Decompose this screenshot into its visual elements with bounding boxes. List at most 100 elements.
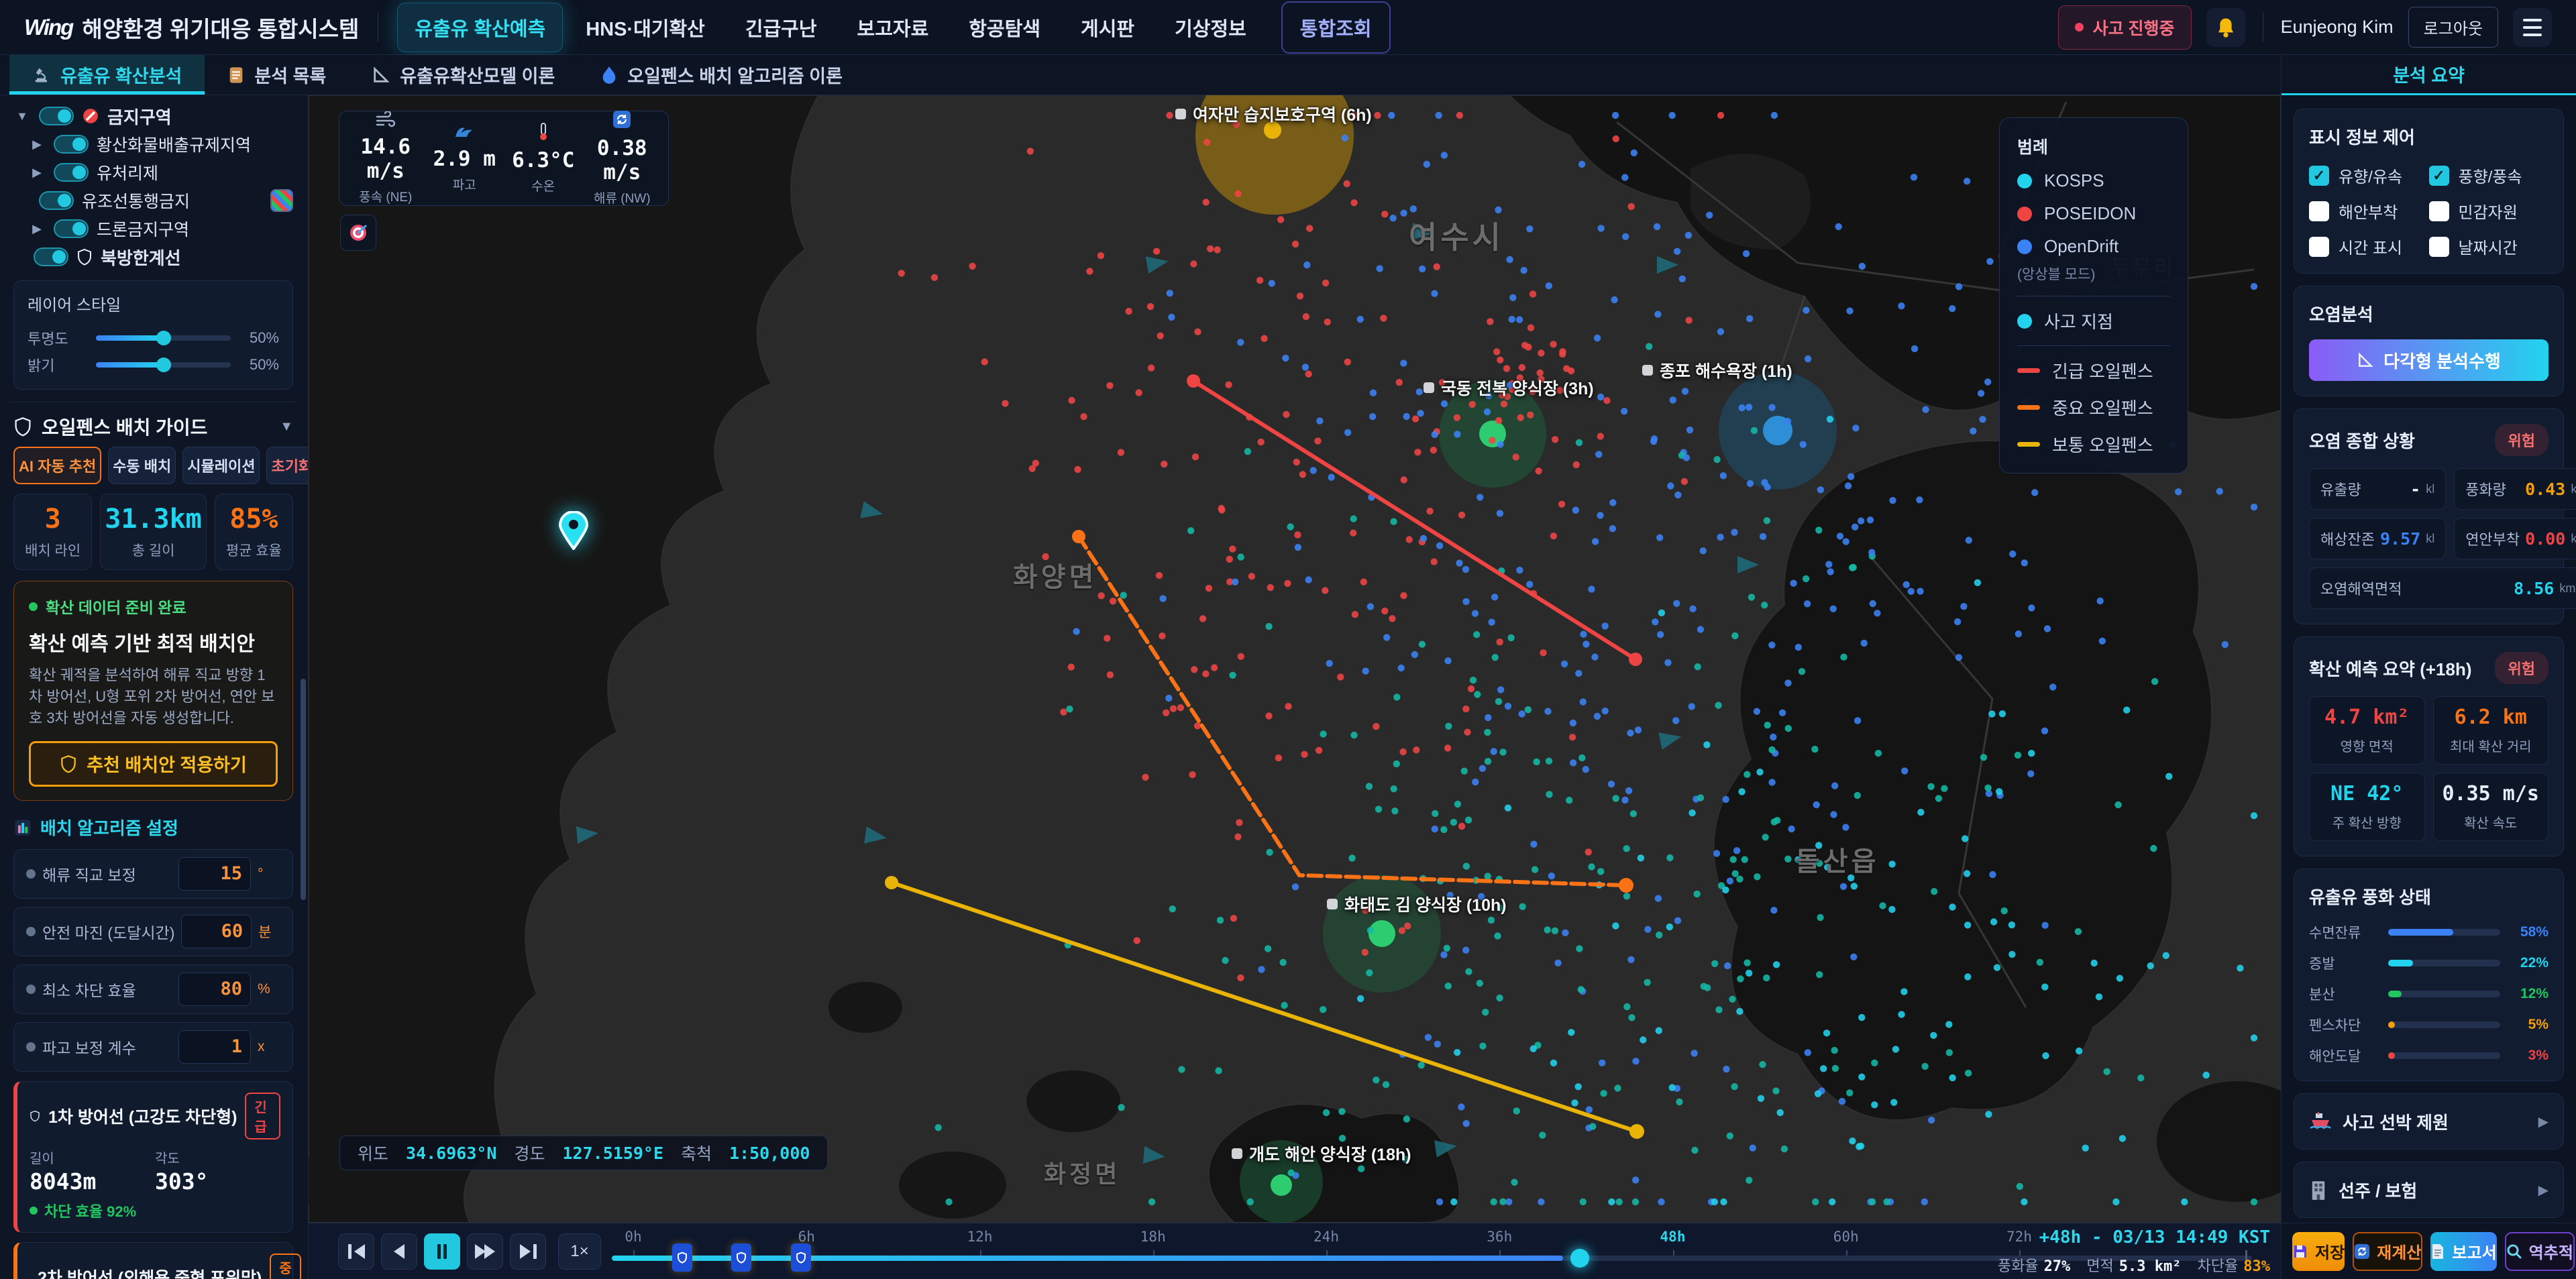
layer-row-dispersant[interactable]: ▶ 유처리제: [13, 158, 293, 186]
timeline-tick[interactable]: 60h: [1825, 1229, 1868, 1245]
tree-expand-icon[interactable]: ▼: [13, 109, 31, 123]
layer-toggle[interactable]: [54, 135, 89, 154]
display-checkbox[interactable]: ✓ 풍향/풍속: [2429, 164, 2549, 187]
setting-value-input[interactable]: 60: [181, 915, 252, 948]
layer-row-restricted-zone[interactable]: ▼ 금지구역: [13, 102, 293, 130]
expand-arrow-icon[interactable]: ▶: [2538, 1113, 2548, 1130]
timeline-tick[interactable]: 48h: [1652, 1229, 1695, 1245]
display-checkbox[interactable]: ✓ 시간 표시: [2309, 235, 2429, 258]
display-checkbox[interactable]: ✓ 해안부착: [2309, 199, 2429, 223]
boom-deploy-marker[interactable]: [672, 1243, 692, 1272]
setting-value-input[interactable]: 1: [178, 1030, 251, 1064]
slider-track[interactable]: [96, 362, 231, 368]
owner-insurance-section[interactable]: 선주 / 보험 ▶: [2294, 1162, 2564, 1218]
tree-expand-icon[interactable]: ▶: [28, 166, 46, 180]
skip-start-button[interactable]: [338, 1233, 374, 1270]
layer-style-swatch-icon[interactable]: [270, 189, 293, 212]
nav-item[interactable]: 긴급구난: [728, 3, 835, 52]
polygon-analysis-button[interactable]: 다각형 분석수행: [2309, 339, 2548, 381]
timeline-tick[interactable]: 36h: [1478, 1229, 1521, 1245]
boom-mode-button[interactable]: AI 자동 추천: [13, 447, 101, 484]
boom-deploy-marker[interactable]: [791, 1243, 811, 1272]
nav-item[interactable]: 기상정보: [1157, 3, 1264, 52]
timeline-tick[interactable]: 24h: [1305, 1229, 1348, 1245]
layer-toggle[interactable]: [34, 247, 68, 266]
setting-value-input[interactable]: 15: [178, 857, 251, 891]
sidebar-scrollbar[interactable]: [301, 679, 306, 900]
report-button[interactable]: 보고서: [2430, 1232, 2496, 1271]
apply-recommendation-button[interactable]: 추천 배치안 적용하기: [29, 741, 278, 787]
nav-item[interactable]: 통합조회: [1281, 1, 1391, 54]
pause-button[interactable]: [424, 1233, 460, 1270]
layer-toggle[interactable]: [54, 219, 89, 238]
display-checkbox[interactable]: ✓ 유향/유속: [2309, 164, 2429, 187]
slider-knob[interactable]: [156, 331, 171, 345]
layer-row-sox-zone[interactable]: ▶ 황산화물배출규제지역: [13, 130, 293, 158]
boom-mode-button[interactable]: 초기화: [266, 447, 309, 484]
speed-button[interactable]: 1×: [558, 1233, 601, 1270]
locate-incident-button[interactable]: [340, 215, 376, 251]
weathering-bar-track: [2388, 960, 2500, 966]
tab-diffusion-model-theory[interactable]: 유출유확산모델 이론: [349, 55, 578, 95]
display-checkbox[interactable]: ✓ 날짜시간: [2429, 235, 2549, 258]
panel-header[interactable]: 분석 요약: [2282, 55, 2576, 95]
layer-toggle[interactable]: [54, 163, 89, 182]
display-checkbox[interactable]: ✓ 민감자원: [2429, 199, 2549, 223]
layer-toggle[interactable]: [39, 107, 74, 125]
boom-mode-button[interactable]: 시뮬레이션: [182, 447, 260, 484]
status-row: 풍화량 0.43 kl: [2454, 468, 2576, 510]
boom-mode-button[interactable]: 수동 배치: [108, 447, 176, 484]
defense-line-card[interactable]: 2차 방어선 (외해용 중형 포위망) 중요 길이 각도 11180m 303°: [13, 1242, 293, 1279]
setting-dot-icon: [26, 927, 36, 936]
timeline-knob[interactable]: [1570, 1249, 1589, 1268]
timeline-tick[interactable]: 12h: [959, 1229, 1002, 1245]
nav-item[interactable]: 보고자료: [840, 3, 947, 52]
step-back-button[interactable]: [381, 1233, 417, 1270]
checkbox-icon[interactable]: ✓: [2429, 166, 2449, 186]
layer-row-drone-ban[interactable]: ▶ 드론금지구역: [13, 215, 293, 243]
nav-item[interactable]: HNS·대기확산: [568, 3, 722, 52]
vessel-spec-section[interactable]: 사고 선박 제원 ▶: [2294, 1093, 2564, 1150]
skip-end-button[interactable]: [510, 1233, 546, 1270]
notifications-button[interactable]: [2206, 8, 2245, 47]
layer-row-nll[interactable]: 북방한계선: [13, 243, 293, 271]
recalculate-button[interactable]: 재계산: [2353, 1232, 2422, 1271]
nav-item[interactable]: 항공탐색: [951, 3, 1058, 52]
tab-boom-algorithm-theory[interactable]: 오일펜스 배치 알고리즘 이론: [578, 55, 865, 95]
checkbox-icon[interactable]: ✓: [2429, 237, 2449, 257]
checkbox-icon[interactable]: ✓: [2309, 166, 2329, 186]
tab-analysis-list[interactable]: 분석 목록: [205, 55, 349, 95]
boom-deploy-marker[interactable]: [731, 1243, 751, 1272]
longitude-value: 127.5159°E: [563, 1144, 664, 1163]
slider-track[interactable]: [96, 335, 231, 341]
checkbox-icon[interactable]: ✓: [2429, 201, 2449, 221]
layer-toggle[interactable]: [39, 191, 74, 210]
timeline-tick[interactable]: 0h: [612, 1229, 655, 1245]
expand-arrow-icon[interactable]: ▶: [2538, 1182, 2548, 1199]
defense-line-card[interactable]: 1차 방어선 (고강도 차단형) 긴급 길이 각도 8043m 303°: [13, 1081, 293, 1233]
logout-button[interactable]: 로그아웃: [2408, 7, 2498, 48]
timeline-track[interactable]: 0h 6h 12h 18h 24h 36h: [612, 1223, 2281, 1279]
slider-knob[interactable]: [156, 357, 171, 372]
timeline-tick[interactable]: 6h: [785, 1229, 828, 1245]
latitude-value: 34.6963°N: [406, 1144, 496, 1163]
land-layer: [309, 95, 2281, 1223]
collapse-caret-icon[interactable]: ▼: [280, 419, 293, 435]
tree-expand-icon[interactable]: ▶: [28, 137, 46, 152]
tab-diffusion-analysis[interactable]: 유출유 확산분석: [9, 55, 205, 95]
map-canvas[interactable]: 여수시 화양면 화정면 돌산읍 두무리: [309, 95, 2281, 1223]
save-button[interactable]: 저장: [2292, 1232, 2345, 1271]
timeline-tick[interactable]: 18h: [1132, 1229, 1175, 1245]
checkbox-icon[interactable]: ✓: [2309, 237, 2329, 257]
app-logo[interactable]: Wing 해양환경 위기대응 통합시스템: [24, 11, 359, 44]
backtrack-button[interactable]: 역추적: [2505, 1232, 2575, 1271]
setting-value-input[interactable]: 80: [178, 972, 251, 1006]
layer-row-tanker-ban[interactable]: 유조선통행금지: [13, 186, 293, 215]
menu-button[interactable]: [2513, 8, 2552, 47]
fast-forward-button[interactable]: [467, 1233, 503, 1270]
tree-expand-icon[interactable]: ▶: [28, 222, 46, 236]
nav-item[interactable]: 게시판: [1063, 3, 1152, 52]
nav-item[interactable]: 유출유 확산예측: [397, 3, 563, 52]
checkbox-icon[interactable]: ✓: [2309, 201, 2329, 221]
incident-pin-icon[interactable]: [558, 511, 589, 550]
